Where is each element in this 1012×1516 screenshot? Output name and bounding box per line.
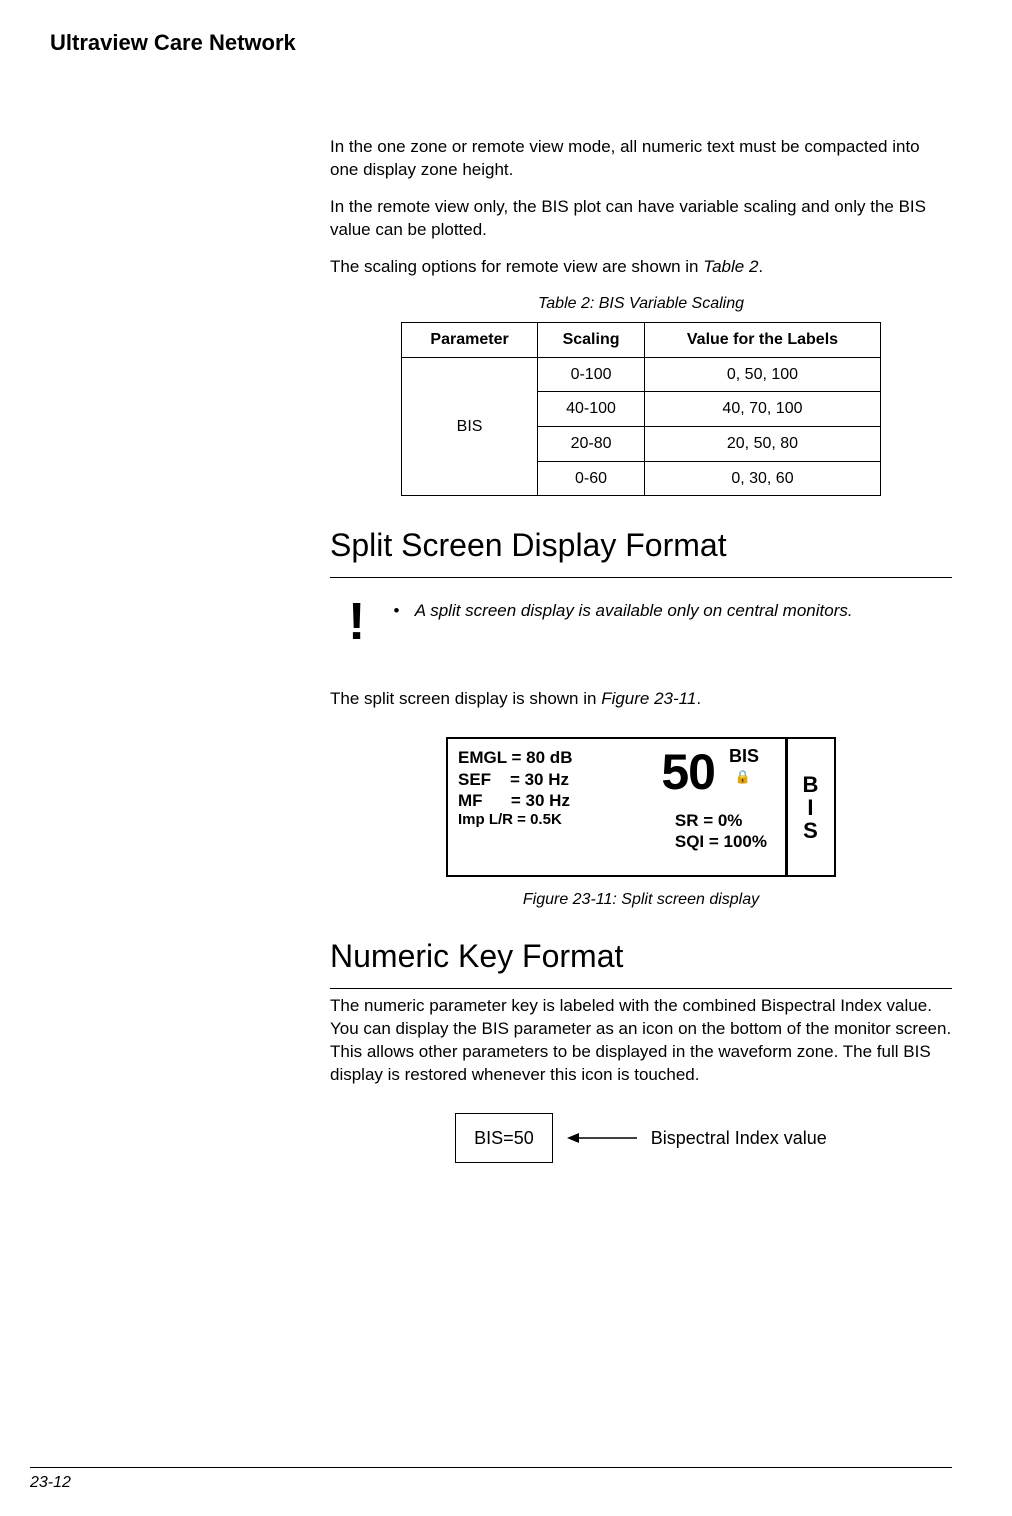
fig-mf: MF = 30 Hz	[458, 790, 779, 811]
th-scaling: Scaling	[538, 323, 645, 358]
page-header: Ultraview Care Network	[50, 30, 952, 56]
cell-scaling: 0-100	[538, 357, 645, 392]
table-bis-scaling: Parameter Scaling Value for the Labels B…	[401, 322, 881, 496]
split-p1-suffix: .	[696, 689, 701, 708]
heading-numeric-key: Numeric Key Format	[330, 935, 952, 989]
intro-para-2: In the remote view only, the BIS plot ca…	[330, 196, 952, 242]
fig-bignum: 50	[661, 741, 715, 804]
numeric-callout: Bispectral Index value	[651, 1126, 827, 1150]
figure-split-screen: EMGL = 80 dB SEF = 30 Hz MF = 30 Hz Imp …	[446, 737, 836, 877]
cell-labels: 20, 50, 80	[644, 427, 880, 462]
page-number: 23-12	[30, 1474, 71, 1491]
note-body: A split screen display is available only…	[415, 601, 853, 620]
table2-caption: Table 2: BIS Variable Scaling	[330, 293, 952, 315]
intro-para-3: The scaling options for remote view are …	[330, 256, 952, 279]
footer: 23-12	[30, 1467, 952, 1492]
exclamation-icon: !	[348, 596, 365, 648]
split-p1-prefix: The split screen display is shown in	[330, 689, 601, 708]
intro-p3-ref: Table 2	[703, 257, 758, 276]
cell-labels: 0, 30, 60	[644, 461, 880, 496]
intro-p3-prefix: The scaling options for remote view are …	[330, 257, 703, 276]
cell-labels: 40, 70, 100	[644, 392, 880, 427]
bis-key-button[interactable]: BIS=50	[455, 1113, 553, 1163]
cell-scaling: 20-80	[538, 427, 645, 462]
th-parameter: Parameter	[402, 323, 538, 358]
note-text: • A split screen display is available on…	[393, 600, 852, 623]
split-p1: The split screen display is shown in Fig…	[330, 688, 952, 711]
numeric-key-figure: BIS=50 Bispectral Index value	[330, 1113, 952, 1163]
fig-sqi: SQI = 100%	[675, 832, 767, 852]
figure-caption: Figure 23-11: Split screen display	[330, 889, 952, 911]
fig-sr: SR = 0%	[675, 811, 767, 831]
numeric-p1: The numeric parameter key is labeled wit…	[330, 995, 952, 1087]
cell-parameter: BIS	[402, 357, 538, 495]
intro-p3-suffix: .	[758, 257, 763, 276]
th-labels: Value for the Labels	[644, 323, 880, 358]
fig-sef: SEF = 30 Hz	[458, 769, 779, 790]
fig-side-bis: B I S	[803, 773, 820, 842]
note-block: ! • A split screen display is available …	[330, 596, 952, 648]
cell-scaling: 40-100	[538, 392, 645, 427]
heading-split-screen: Split Screen Display Format	[330, 524, 952, 578]
figure-right-panel: B I S	[785, 739, 834, 875]
arrow-left-icon	[567, 1132, 637, 1144]
fig-bis-label: BIS	[729, 745, 759, 768]
figure-left-panel: EMGL = 80 dB SEF = 30 Hz MF = 30 Hz Imp …	[448, 739, 785, 875]
lock-icon: 🔒	[735, 769, 751, 785]
fig-sr-block: SR = 0% SQI = 100%	[675, 811, 767, 852]
table-row: BIS 0-100 0, 50, 100	[402, 357, 881, 392]
cell-labels: 0, 50, 100	[644, 357, 880, 392]
cell-scaling: 0-60	[538, 461, 645, 496]
intro-para-1: In the one zone or remote view mode, all…	[330, 136, 952, 182]
split-p1-ref: Figure 23-11	[601, 689, 696, 708]
